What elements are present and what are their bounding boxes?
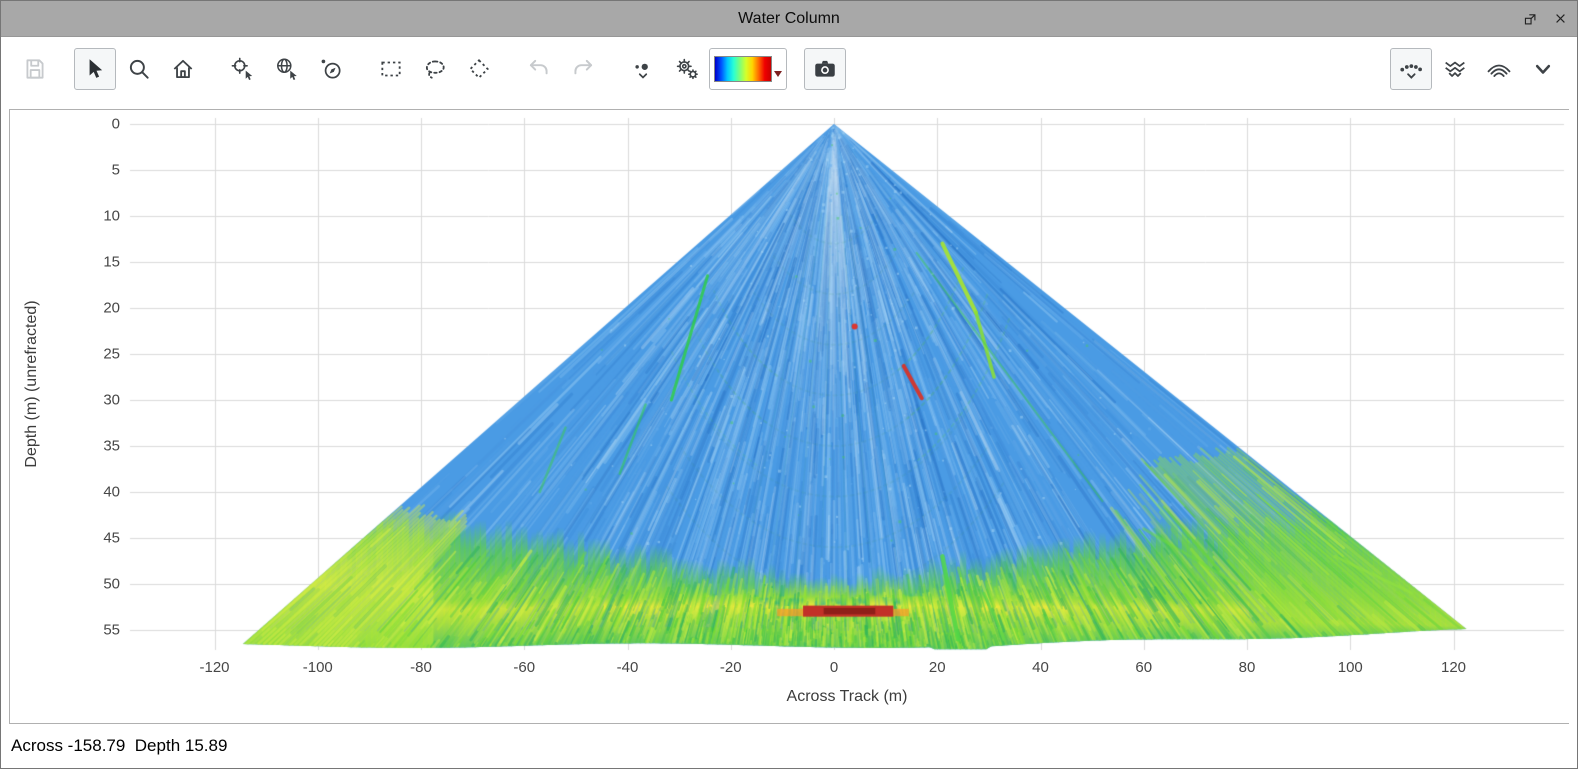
window-title: Water Column — [738, 9, 840, 27]
zoom-button[interactable] — [118, 48, 160, 90]
compass-icon — [321, 59, 341, 79]
magnifier-icon — [129, 59, 149, 79]
stacked-view-icon — [1487, 64, 1511, 77]
settings-button[interactable] — [666, 48, 708, 90]
dotted-rectangle-icon — [381, 61, 401, 77]
dotted-diamond-icon — [469, 59, 489, 79]
cursor-position-readout: Across -158.79 Depth 15.89 — [11, 736, 228, 755]
titlebar[interactable]: Water Column — [1, 1, 1577, 37]
view-stacked-button[interactable] — [1478, 48, 1520, 90]
pick-point-button[interactable] — [222, 48, 264, 90]
polygon-select-button[interactable] — [458, 48, 500, 90]
redo-arrow-icon — [574, 59, 593, 75]
select-cursor-button[interactable] — [74, 48, 116, 90]
float-window-icon[interactable] — [1521, 10, 1539, 28]
home-icon — [173, 59, 193, 79]
water-column-fan-canvas[interactable] — [10, 110, 1570, 723]
view-points-button[interactable] — [1390, 48, 1432, 90]
lasso-select-button[interactable] — [414, 48, 456, 90]
point-display-button[interactable] — [622, 48, 664, 90]
water-column-window: Water Column -120 -100 -80 -60 -40 -20 0… — [0, 0, 1578, 769]
chevron-down-icon — [1535, 64, 1551, 74]
crosshair-cursor-icon — [231, 57, 253, 81]
collapse-toolbar-button[interactable] — [1522, 48, 1564, 90]
gears-icon — [676, 58, 698, 80]
statusbar: Across -158.79 Depth 15.89 — [1, 724, 1577, 768]
floppy-icon — [26, 59, 44, 79]
snapshot-button[interactable] — [804, 48, 846, 90]
y-axis-label: Depth (m) (unrefracted) — [23, 300, 40, 468]
colormap-select-button[interactable] — [709, 48, 787, 90]
pick-sphere-button[interactable] — [266, 48, 308, 90]
compass-pick-button[interactable] — [310, 48, 352, 90]
redo-button[interactable] — [562, 48, 604, 90]
cursor-icon — [89, 59, 103, 78]
undo-button[interactable] — [518, 48, 560, 90]
dotted-lasso-icon — [425, 60, 445, 79]
home-button[interactable] — [162, 48, 204, 90]
undo-arrow-icon — [529, 59, 548, 75]
toolbar — [1, 37, 1577, 101]
view-swath-button[interactable] — [1434, 48, 1476, 90]
dots-dropdown-icon — [635, 63, 648, 79]
rectangle-select-button[interactable] — [370, 48, 412, 90]
x-axis-label: Across Track (m) — [786, 688, 908, 705]
globe-cursor-icon — [277, 58, 297, 81]
colormap-swatch — [714, 56, 772, 82]
swath-view-icon — [1445, 61, 1465, 77]
save-button[interactable] — [14, 48, 56, 90]
points-view-icon — [1400, 64, 1422, 79]
camera-icon — [815, 60, 835, 77]
close-icon[interactable] — [1551, 10, 1569, 28]
water-column-plot-panel: -120 -100 -80 -60 -40 -20 0 20 40 60 80 100 120 0 5 10 1… — [9, 109, 1570, 724]
titlebar-controls — [1521, 1, 1569, 36]
colormap-caret-icon — [774, 71, 782, 77]
